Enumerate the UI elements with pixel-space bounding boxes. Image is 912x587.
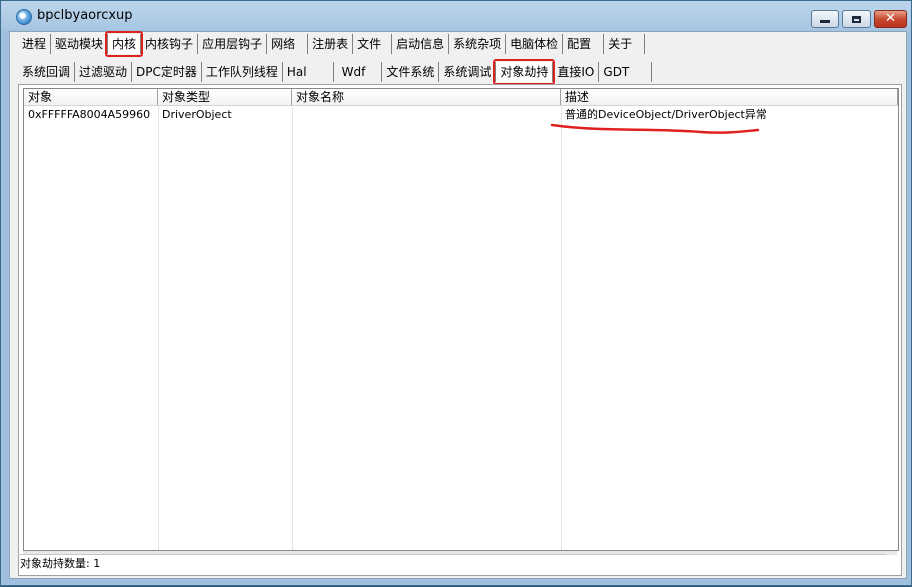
main-window: bpclbyaorcxup ✕ 进程 驱动模块 内核 内核钩子 应用层钩子 网络… xyxy=(0,0,912,586)
snowflake-icon: ❄ xyxy=(736,501,773,552)
watermark: ❄ 看雪 xyxy=(736,501,855,553)
watermark-text: 看雪 xyxy=(778,510,855,551)
red-underline-annotation xyxy=(550,123,760,134)
